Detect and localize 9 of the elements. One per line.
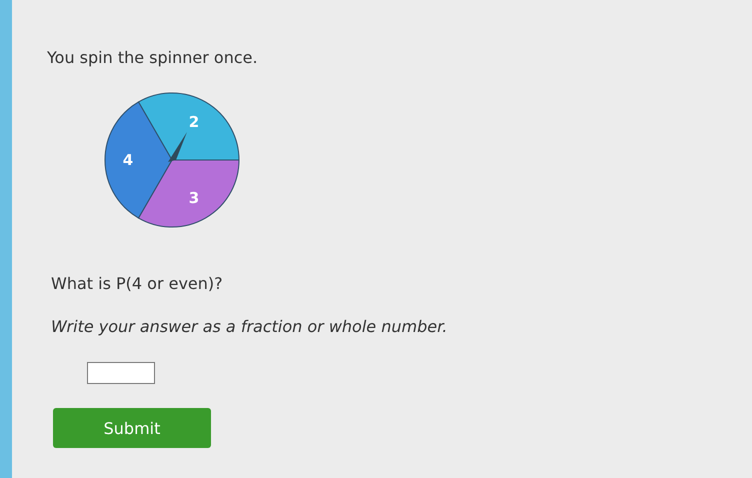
sector-label: 4 [122,151,134,169]
question-text: What is P(4 or even)? [51,274,223,293]
answer-field[interactable] [87,362,155,384]
sector-label: 3 [188,189,200,208]
sector-label: 2 [188,112,200,131]
instruction-text: Write your answer as a fraction or whole number. [51,317,448,336]
spinner-needle [168,132,187,162]
prompt-text: You spin the spinner once. [47,48,258,67]
submit-button[interactable]: Submit [53,408,211,448]
